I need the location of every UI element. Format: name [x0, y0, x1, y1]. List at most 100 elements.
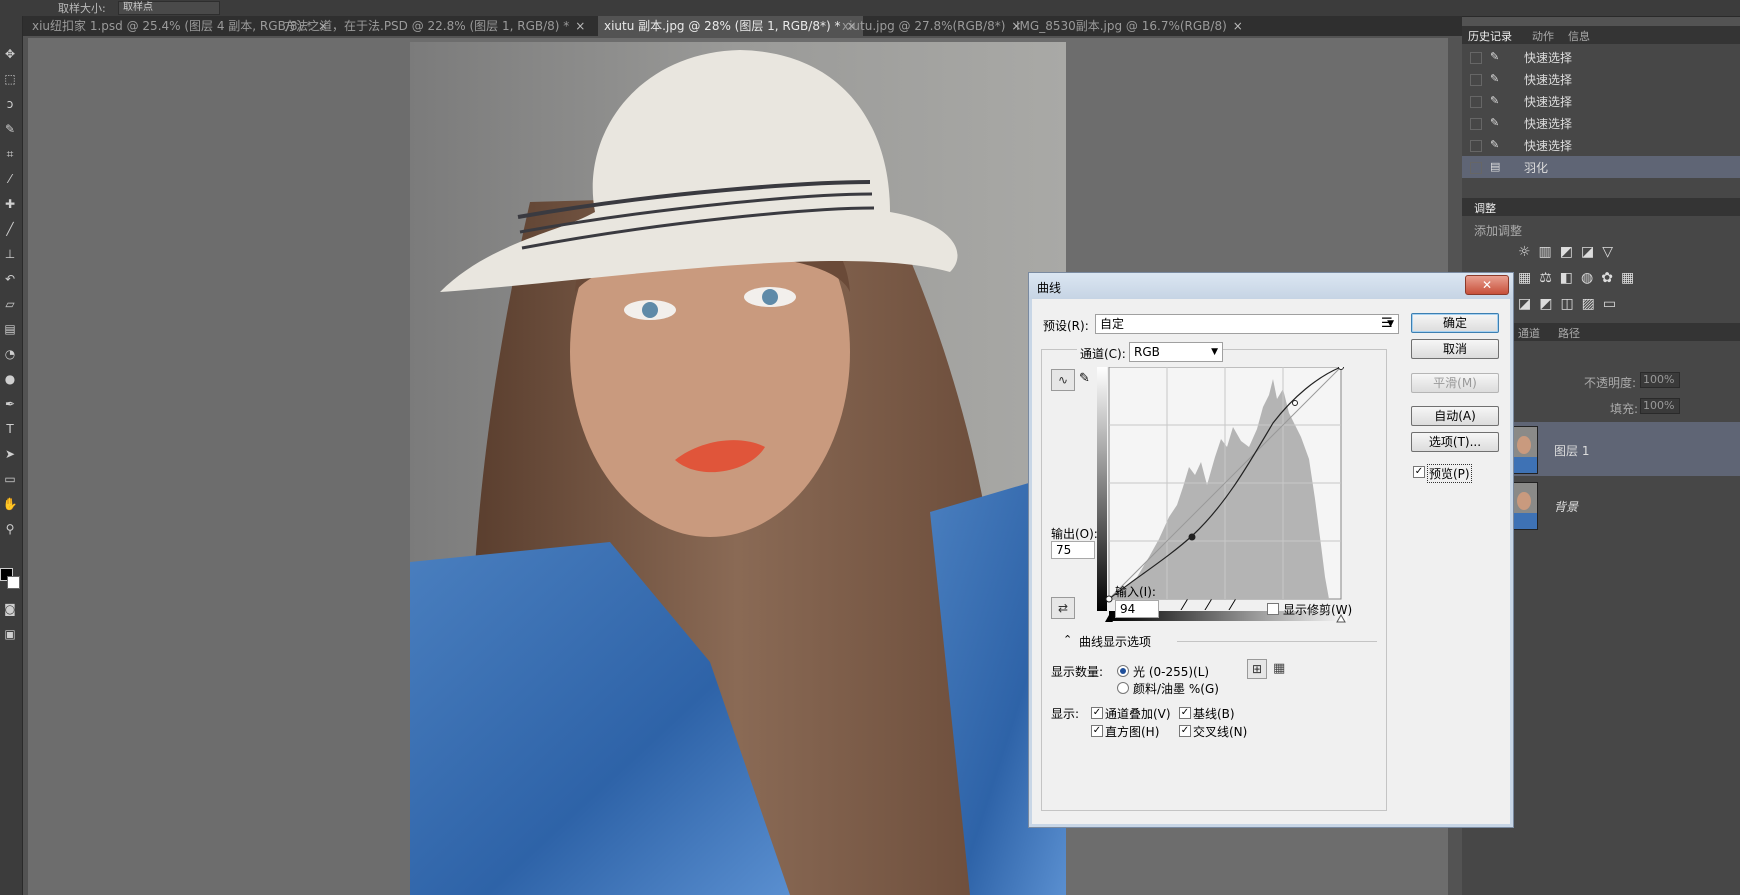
curve-point[interactable]: [1105, 595, 1113, 603]
simple-grid-icon[interactable]: ⊞: [1247, 659, 1267, 679]
tab-history[interactable]: 历史记录: [1468, 28, 1512, 44]
tab-doc-5[interactable]: IMG_8530副本.jpg @ 16.7%(RGB/8) ×: [1010, 16, 1249, 36]
brush-tool-icon[interactable]: ╱: [2, 221, 18, 237]
output-label: 输出(O):: [1051, 527, 1098, 541]
channel-select[interactable]: RGB ▼: [1129, 342, 1223, 362]
dialog-titlebar[interactable]: 曲线 ✕: [1029, 273, 1513, 299]
sample-size-select[interactable]: 取样点: [118, 1, 220, 15]
document-image[interactable]: [410, 42, 1066, 895]
close-icon[interactable]: ×: [1233, 19, 1243, 33]
target-adjust-icon[interactable]: ⇄: [1051, 597, 1075, 619]
blur-tool-icon[interactable]: ◔: [2, 346, 18, 362]
quick-select-icon: ✎: [1490, 94, 1500, 107]
dialog-title: 曲线: [1037, 281, 1062, 295]
hand-tool-icon[interactable]: ✋: [2, 496, 18, 512]
collapse-chevron-icon[interactable]: ⌃: [1063, 633, 1072, 646]
add-adjustment-label: 添加调整: [1474, 224, 1523, 238]
ok-button[interactable]: 确定: [1411, 313, 1499, 333]
chevron-down-icon: ▼: [1211, 347, 1218, 357]
stamp-tool-icon[interactable]: ⊥: [2, 246, 18, 262]
move-tool-icon[interactable]: ✥: [2, 46, 18, 62]
zoom-tool-icon[interactable]: ⚲: [2, 521, 18, 537]
tab-doc-2[interactable]: 方法之道，在于法.PSD @ 22.8% (图层 1, RGB/8) * ×: [278, 16, 591, 36]
adjustment-icons-row-2[interactable]: ▦⚖◧◍✿▦: [1518, 270, 1642, 286]
light-radio[interactable]: [1117, 665, 1129, 677]
background-color-swatch[interactable]: [7, 576, 20, 589]
curve-point-selected[interactable]: [1188, 533, 1196, 541]
adjustment-icons-row-3[interactable]: ◪◩◫▨▭: [1518, 296, 1624, 312]
pencil-icon[interactable]: ✎: [1079, 371, 1090, 386]
type-tool-icon[interactable]: T: [2, 421, 18, 437]
opacity-field[interactable]: 100%: [1640, 372, 1680, 388]
gradient-tool-icon[interactable]: ▤: [2, 321, 18, 337]
close-icon[interactable]: ×: [575, 19, 585, 33]
cancel-button[interactable]: 取消: [1411, 339, 1499, 359]
options-bar: 取样大小: 取样点: [0, 0, 1740, 17]
adjustment-icons-row-1[interactable]: ☼▥◩◪▽: [1518, 244, 1621, 260]
quick-select-icon: ✎: [1490, 72, 1500, 85]
history-item[interactable]: ✎ 快速选择: [1462, 90, 1740, 112]
tab-paths[interactable]: 路径: [1558, 325, 1580, 341]
detailed-grid-icon[interactable]: ▦: [1273, 661, 1285, 676]
auto-button[interactable]: 自动(A): [1411, 406, 1499, 426]
close-button[interactable]: ✕: [1465, 275, 1509, 295]
curve-edit-icon[interactable]: ∿: [1051, 369, 1075, 391]
healing-brush-icon[interactable]: ✚: [2, 196, 18, 212]
quick-select-tool-icon[interactable]: ✎: [2, 121, 18, 137]
tab-channels[interactable]: 通道: [1518, 325, 1540, 341]
baseline-checkbox[interactable]: ✓: [1179, 707, 1191, 719]
fill-field[interactable]: 100%: [1640, 398, 1680, 414]
history-checkbox[interactable]: [1470, 118, 1482, 130]
display-options-toggle[interactable]: 曲线显示选项: [1079, 633, 1151, 650]
history-brush-icon[interactable]: ↶: [2, 271, 18, 287]
tab-label: IMG_8530副本.jpg @ 16.7%(RGB/8): [1016, 19, 1227, 33]
tab-label: xiutu 副本.jpg @ 28% (图层 1, RGB/8*) *: [604, 19, 841, 33]
tab-adjustments[interactable]: 调整: [1474, 200, 1496, 216]
history-checkbox[interactable]: [1470, 96, 1482, 108]
history-checkbox[interactable]: [1470, 162, 1482, 174]
eyedropper-tool-icon[interactable]: ⁄: [2, 171, 18, 187]
output-field[interactable]: 75: [1051, 541, 1095, 559]
path-select-icon[interactable]: ➤: [2, 446, 18, 462]
dodge-tool-icon[interactable]: ●: [2, 371, 18, 387]
options-button[interactable]: 选项(T)...: [1411, 432, 1499, 452]
screen-mode-icon[interactable]: ▣: [2, 626, 18, 642]
quick-mask-icon[interactable]: ◙: [2, 601, 18, 617]
shape-tool-icon[interactable]: ▭: [2, 471, 18, 487]
history-checkbox[interactable]: [1470, 52, 1482, 64]
tab-doc-3[interactable]: xiutu 副本.jpg @ 28% (图层 1, RGB/8*) * ×: [598, 16, 863, 36]
history-checkbox[interactable]: [1470, 140, 1482, 152]
channel-label: 通道(C):: [1077, 345, 1129, 362]
curve-point[interactable]: [1338, 367, 1344, 370]
preview-checkbox[interactable]: ✓: [1413, 466, 1425, 478]
tab-actions[interactable]: 动作: [1532, 28, 1554, 44]
preset-select[interactable]: 自定 ▼: [1095, 314, 1399, 334]
white-eyedropper-icon[interactable]: ⁄: [1231, 598, 1233, 614]
lasso-tool-icon[interactable]: ↄ: [2, 96, 18, 112]
curves-dialog: 曲线 ✕ 预设(R): 自定 ▼ ☰ 确定 取消 平滑(M) 自动(A) 选项(T…: [1028, 272, 1514, 828]
history-item[interactable]: ✎ 快速选择: [1462, 68, 1740, 90]
crop-tool-icon[interactable]: ⌗: [2, 146, 18, 162]
input-field[interactable]: 94: [1115, 600, 1159, 618]
pigment-radio[interactable]: [1117, 682, 1129, 694]
channel-overlay-checkbox[interactable]: ✓: [1091, 707, 1103, 719]
history-item-active[interactable]: ▤ 羽化: [1462, 156, 1740, 178]
preset-options-icon[interactable]: ☰: [1381, 316, 1393, 331]
smooth-button[interactable]: 平滑(M): [1411, 373, 1499, 393]
tab-info[interactable]: 信息: [1568, 28, 1590, 44]
marquee-tool-icon[interactable]: ⬚: [2, 71, 18, 87]
history-item[interactable]: ✎ 快速选择: [1462, 46, 1740, 68]
histogram-checkbox[interactable]: ✓: [1091, 725, 1103, 737]
show-label: 显示:: [1051, 707, 1080, 721]
history-checkbox[interactable]: [1470, 74, 1482, 86]
pen-tool-icon[interactable]: ✒: [2, 396, 18, 412]
eraser-tool-icon[interactable]: ▱: [2, 296, 18, 312]
intersection-checkbox[interactable]: ✓: [1179, 725, 1191, 737]
show-clipping-checkbox[interactable]: [1267, 603, 1279, 615]
curve-point[interactable]: [1292, 400, 1298, 406]
history-item[interactable]: ✎ 快速选择: [1462, 134, 1740, 156]
history-item[interactable]: ✎ 快速选择: [1462, 112, 1740, 134]
black-eyedropper-icon[interactable]: ⁄: [1183, 598, 1185, 614]
tab-doc-4[interactable]: xiutu.jpg @ 27.8%(RGB/8*) ×: [836, 16, 1027, 36]
gray-eyedropper-icon[interactable]: ⁄: [1207, 598, 1209, 614]
